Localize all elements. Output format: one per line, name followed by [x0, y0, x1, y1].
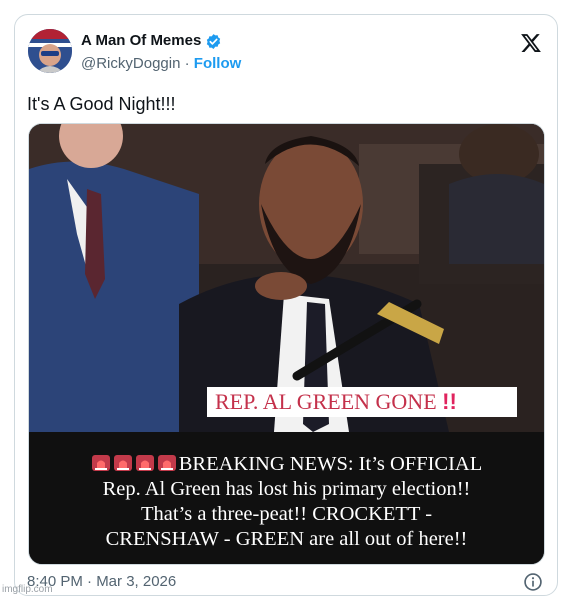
media-caption: BREAKING NEWS: It’s OFFICIAL Rep. Al Gre… — [29, 432, 544, 564]
tweet-card: A Man Of Memes @RickyDoggin · Follow It'… — [14, 14, 558, 596]
siren-icon — [91, 455, 110, 471]
media-photo — [29, 124, 544, 432]
caption-line-1: BREAKING NEWS: It’s OFFICIAL — [29, 452, 544, 477]
avatar[interactable] — [28, 29, 72, 73]
tweet-media[interactable]: REP. AL GREEN GONE !! BREAKING NEWS: It’… — [28, 123, 545, 565]
caption-line-1-text: BREAKING NEWS: It’s OFFICIAL — [178, 453, 483, 475]
siren-icon — [157, 455, 176, 471]
caption-line-3: That’s a three-peat!! CROCKETT - — [140, 503, 433, 525]
overlay-label-text: REP. AL GREEN GONE — [215, 389, 437, 414]
siren-icon — [113, 455, 132, 471]
tweet-text: It's A Good Night!!! — [27, 94, 176, 114]
author-handle-row: @RickyDoggin · Follow — [81, 55, 241, 72]
imgflip-watermark: imgflip.com — [2, 584, 53, 595]
follow-button[interactable]: Follow — [194, 55, 242, 72]
x-logo-icon[interactable] — [520, 32, 542, 54]
caption-line-2: Rep. Al Green has lost his primary elect… — [102, 478, 471, 500]
caption-line-4: CRENSHAW - GREEN are all out of here!! — [105, 528, 468, 550]
verified-badge-icon — [206, 34, 221, 49]
author-handle[interactable]: @RickyDoggin — [81, 55, 180, 72]
author-name[interactable]: A Man Of Memes — [81, 32, 201, 49]
overlay-label-emphasis: !! — [442, 389, 457, 414]
info-icon[interactable] — [523, 572, 543, 592]
handle-separator: · — [180, 55, 194, 72]
siren-icon — [135, 455, 154, 471]
overlay-label: REP. AL GREEN GONE !! — [207, 387, 517, 417]
